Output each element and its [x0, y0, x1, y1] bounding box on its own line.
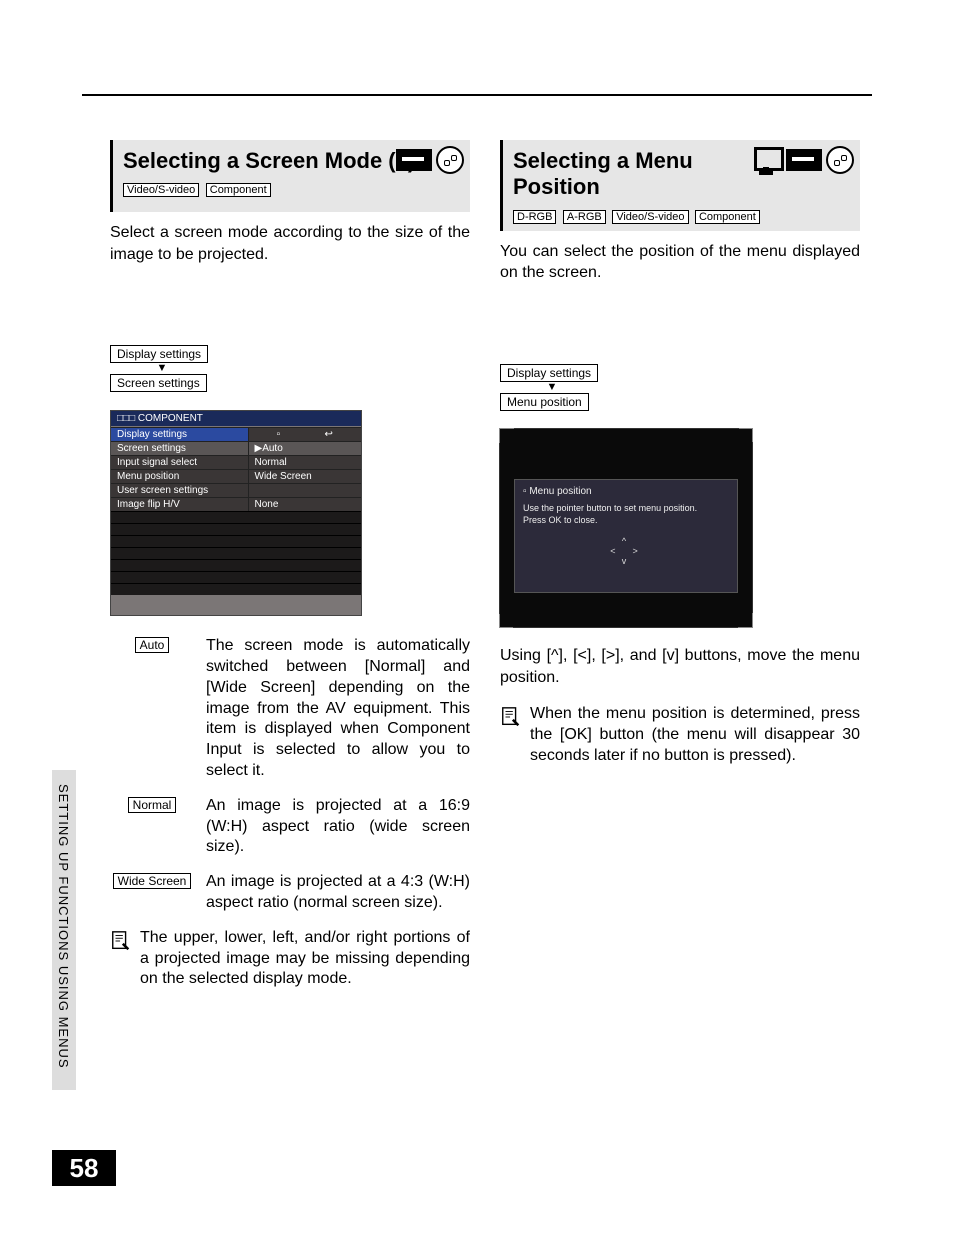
note-block: When the menu position is determined, pr… — [500, 704, 860, 766]
note-block: The upper, lower, left, and/or right por… — [110, 928, 470, 990]
page-number: 58 — [52, 1150, 116, 1186]
input-card-icon — [396, 149, 432, 171]
section-title: Selecting a Menu Position — [513, 148, 713, 201]
note-icon — [110, 930, 132, 952]
osd-panel-msg2: Press OK to close. — [523, 515, 729, 527]
osd-row: Image flip H/V None — [111, 497, 361, 511]
osd-row: Menu position Wide Screen — [111, 469, 361, 483]
input-tags: D-RGB A-RGB Video/S-video Component — [513, 207, 850, 225]
arrow-pad-icon: ^< >v — [523, 536, 729, 566]
crumb-item: Display settings — [500, 364, 598, 382]
option-label: Wide Screen — [113, 873, 192, 889]
option-item: Auto The screen mode is automatically sw… — [110, 636, 470, 782]
header-icons — [752, 146, 854, 174]
crumb-item: Screen settings — [110, 374, 207, 392]
option-text: An image is projected at a 16:9 (W:H) as… — [194, 796, 470, 858]
osd-screenshot-right: ▫ Menu position Use the pointer button t… — [500, 429, 752, 627]
osd-screenshot-left: □□□ COMPONENT Display settings ▫↩ Screen… — [110, 410, 362, 616]
tag: Video/S-video — [123, 183, 199, 197]
osd-panel: ▫ Menu position Use the pointer button t… — [514, 479, 738, 593]
input-card-icon — [786, 149, 822, 171]
osd-row: Screen settings ▶Auto — [111, 441, 361, 455]
chevron-down-icon: ▼ — [500, 382, 604, 393]
right-column: Selecting a Menu Position D-RGB A-RGB Vi… — [500, 140, 860, 990]
lead-text: Select a screen mode according to the si… — [110, 222, 470, 265]
chevron-down-icon: ▼ — [110, 363, 214, 374]
osd-panel-title: ▫ Menu position — [523, 486, 729, 497]
note-icon — [500, 706, 522, 728]
option-item: Normal An image is projected at a 16:9 (… — [110, 796, 470, 858]
osd-header: □□□ COMPONENT — [111, 411, 361, 426]
osd-panel-msg1: Use the pointer button to set menu posit… — [523, 503, 729, 515]
monitor-icon — [752, 147, 782, 173]
option-label: Normal — [128, 797, 177, 813]
breadcrumb: Display settings ▼ Screen settings — [110, 345, 470, 392]
tag: D-RGB — [513, 210, 556, 224]
note-text: The upper, lower, left, and/or right por… — [140, 928, 470, 990]
osd-row: Display settings ▫↩ — [111, 427, 361, 441]
tag: Component — [695, 210, 760, 224]
crumb-item: Display settings — [110, 345, 208, 363]
osd-row: Input signal select Normal — [111, 455, 361, 469]
osd-row: User screen settings — [111, 483, 361, 497]
input-tags: Video/S-video Component — [123, 180, 460, 198]
section-header-right: Selecting a Menu Position D-RGB A-RGB Vi… — [500, 140, 860, 231]
link-icon — [436, 146, 464, 174]
option-label: Auto — [135, 637, 170, 653]
crumb-item: Menu position — [500, 393, 589, 411]
options-list: Auto The screen mode is automatically sw… — [110, 636, 470, 914]
tag: Component — [206, 183, 271, 197]
link-icon — [826, 146, 854, 174]
side-tab-label: SETTING UP FUNCTIONS USING MENUS — [52, 784, 71, 1069]
option-item: Wide Screen An image is projected at a 4… — [110, 872, 470, 914]
page-content: Selecting a Screen Mode (2) Video/S-vide… — [110, 140, 870, 990]
lead-text: You can select the position of the menu … — [500, 241, 860, 284]
header-icons — [396, 146, 464, 174]
option-text: An image is projected at a 4:3 (W:H) asp… — [194, 872, 470, 914]
option-text: The screen mode is automatically switche… — [194, 636, 470, 782]
tag: Video/S-video — [612, 210, 688, 224]
section-header-left: Selecting a Screen Mode (2) Video/S-vide… — [110, 140, 470, 212]
side-tab: SETTING UP FUNCTIONS USING MENUS — [52, 770, 76, 1090]
left-column: Selecting a Screen Mode (2) Video/S-vide… — [110, 140, 470, 990]
note-text: When the menu position is determined, pr… — [530, 704, 860, 766]
body-text: Using [^], [<], [>], and [v] buttons, mo… — [500, 645, 860, 688]
breadcrumb: Display settings ▼ Menu position — [500, 364, 860, 411]
tag: A-RGB — [563, 210, 606, 224]
